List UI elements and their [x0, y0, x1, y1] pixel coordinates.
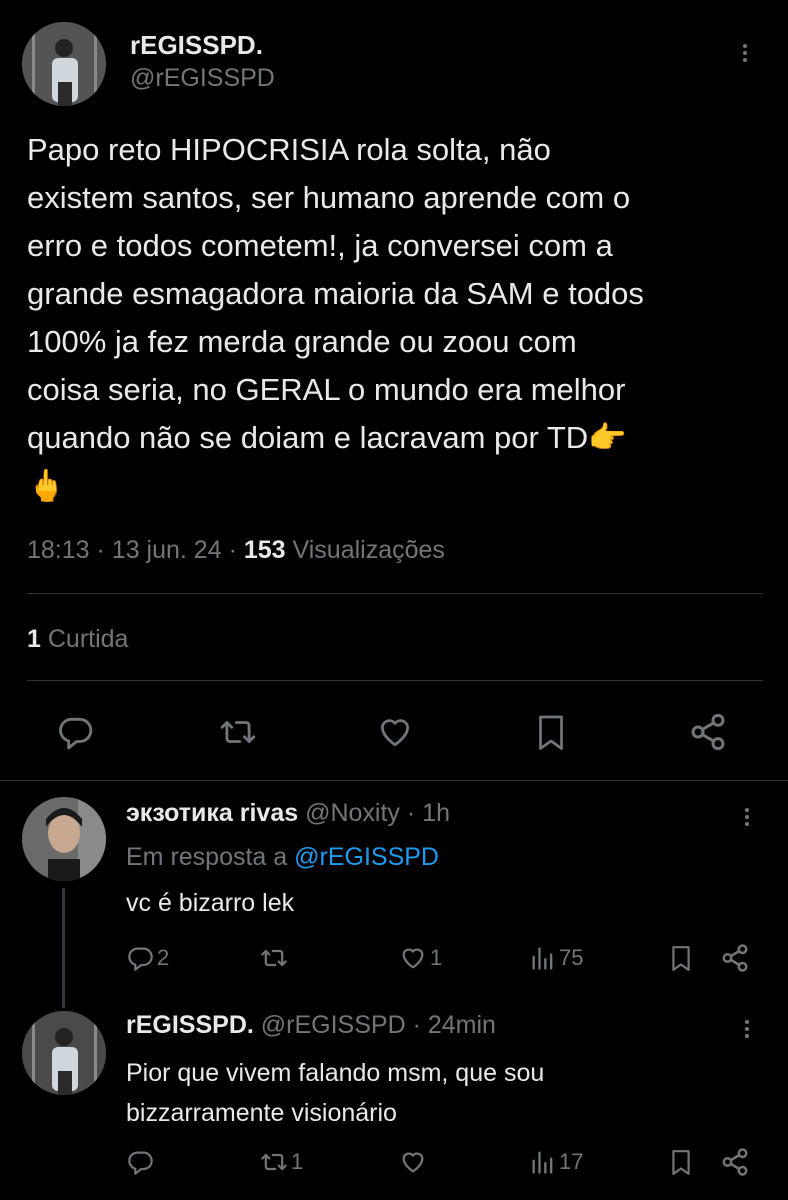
heart-icon[interactable]: [398, 1148, 430, 1176]
likes-label: Curtida: [47, 625, 129, 653]
post-text-line: coisa seria, no GERAL o mundo era melhor: [27, 372, 626, 407]
reply-text-line: bizzarramente visionário: [126, 1099, 397, 1127]
reply-icon[interactable]: [126, 1148, 157, 1176]
replying-to-handle[interactable]: @rEGISSPD: [294, 843, 439, 871]
divider: [0, 780, 788, 781]
views-count: 17: [559, 1149, 584, 1174]
repost-count: 1: [291, 1149, 304, 1174]
likes-summary[interactable]: 1 Curtida: [27, 625, 128, 654]
divider: [27, 593, 763, 594]
author-display-name[interactable]: rEGISSPD.: [130, 30, 263, 61]
post-time[interactable]: 18:13: [27, 536, 90, 564]
views-count: 75: [559, 945, 584, 970]
thread-line: [62, 888, 65, 1008]
reply-display-name[interactable]: rEGISSPD.: [126, 1011, 254, 1039]
likes-count: 1: [27, 625, 41, 653]
share-icon[interactable]: [688, 712, 728, 752]
replying-to: Em resposta a @rEGISSPD: [126, 843, 439, 872]
reply-handle[interactable]: @Noxity: [305, 799, 400, 827]
repost-icon[interactable]: [218, 713, 258, 751]
bookmark-icon[interactable]: [668, 943, 694, 973]
post-text-line: erro e todos cometem!, ja conversei com …: [27, 228, 613, 263]
reply-text: vc é bizarro lek: [126, 889, 295, 917]
reply-icon[interactable]: 2: [126, 944, 169, 972]
author-handle[interactable]: @rEGISSPD: [130, 64, 275, 93]
views-icon[interactable]: 17: [529, 1148, 583, 1176]
divider: [27, 680, 763, 681]
views-icon[interactable]: 75: [529, 944, 583, 972]
like-count: 1: [430, 945, 443, 970]
reply-icon[interactable]: [56, 713, 94, 751]
share-icon[interactable]: [720, 943, 750, 973]
reply-display-name[interactable]: экзотика rivas: [126, 799, 298, 827]
more-icon[interactable]: [742, 41, 748, 65]
reply-count: 2: [157, 945, 170, 970]
avatar-reply[interactable]: [22, 1011, 106, 1095]
reply-time[interactable]: 1h: [422, 799, 450, 827]
post-text-line: 🖕: [27, 468, 66, 503]
bookmark-icon[interactable]: [533, 712, 569, 752]
avatar-reply[interactable]: [22, 797, 106, 881]
reply-time[interactable]: 24min: [428, 1011, 496, 1039]
views-count: 153: [243, 536, 286, 564]
repost-icon[interactable]: 1: [259, 1148, 303, 1176]
views-label: Visualizações: [292, 536, 445, 564]
post-text-line: existem santos, ser humano aprende com o: [27, 180, 631, 215]
post-meta: 18:13 · 13 jun. 24 · 153 Visualizações: [27, 536, 445, 564]
reply-header: экзотика rivas @Noxity · 1h: [126, 799, 450, 827]
reply-text-line: Pior que vivem falando msm, que sou: [126, 1059, 545, 1087]
post-text: Papo reto HIPOCRISIA rola solta, não exi…: [27, 126, 772, 510]
more-icon[interactable]: [744, 1017, 750, 1041]
heart-icon[interactable]: 1: [398, 944, 442, 972]
avatar-main[interactable]: [22, 22, 106, 106]
more-icon[interactable]: [744, 805, 750, 829]
post-text-line: quando não se doiam e lacravam por TD👉: [27, 420, 627, 455]
bookmark-icon[interactable]: [668, 1147, 694, 1177]
share-icon[interactable]: [720, 1147, 750, 1177]
reply-text: Pior que vivem falando msm, que sou bizz…: [126, 1053, 544, 1133]
post-text-line: Papo reto HIPOCRISIA rola solta, não: [27, 132, 551, 167]
replying-prefix: Em resposta a: [126, 843, 288, 871]
post-text-line: grande esmagadora maioria da SAM e todos: [27, 276, 644, 311]
post-date[interactable]: 13 jun. 24: [112, 536, 222, 564]
post-text-line: 100% ja fez merda grande ou zoou com: [27, 324, 577, 359]
repost-icon[interactable]: [259, 944, 292, 972]
heart-icon[interactable]: [375, 713, 415, 751]
reply-header: rEGISSPD. @rEGISSPD · 24min: [126, 1011, 496, 1039]
reply-handle[interactable]: @rEGISSPD: [261, 1011, 406, 1039]
